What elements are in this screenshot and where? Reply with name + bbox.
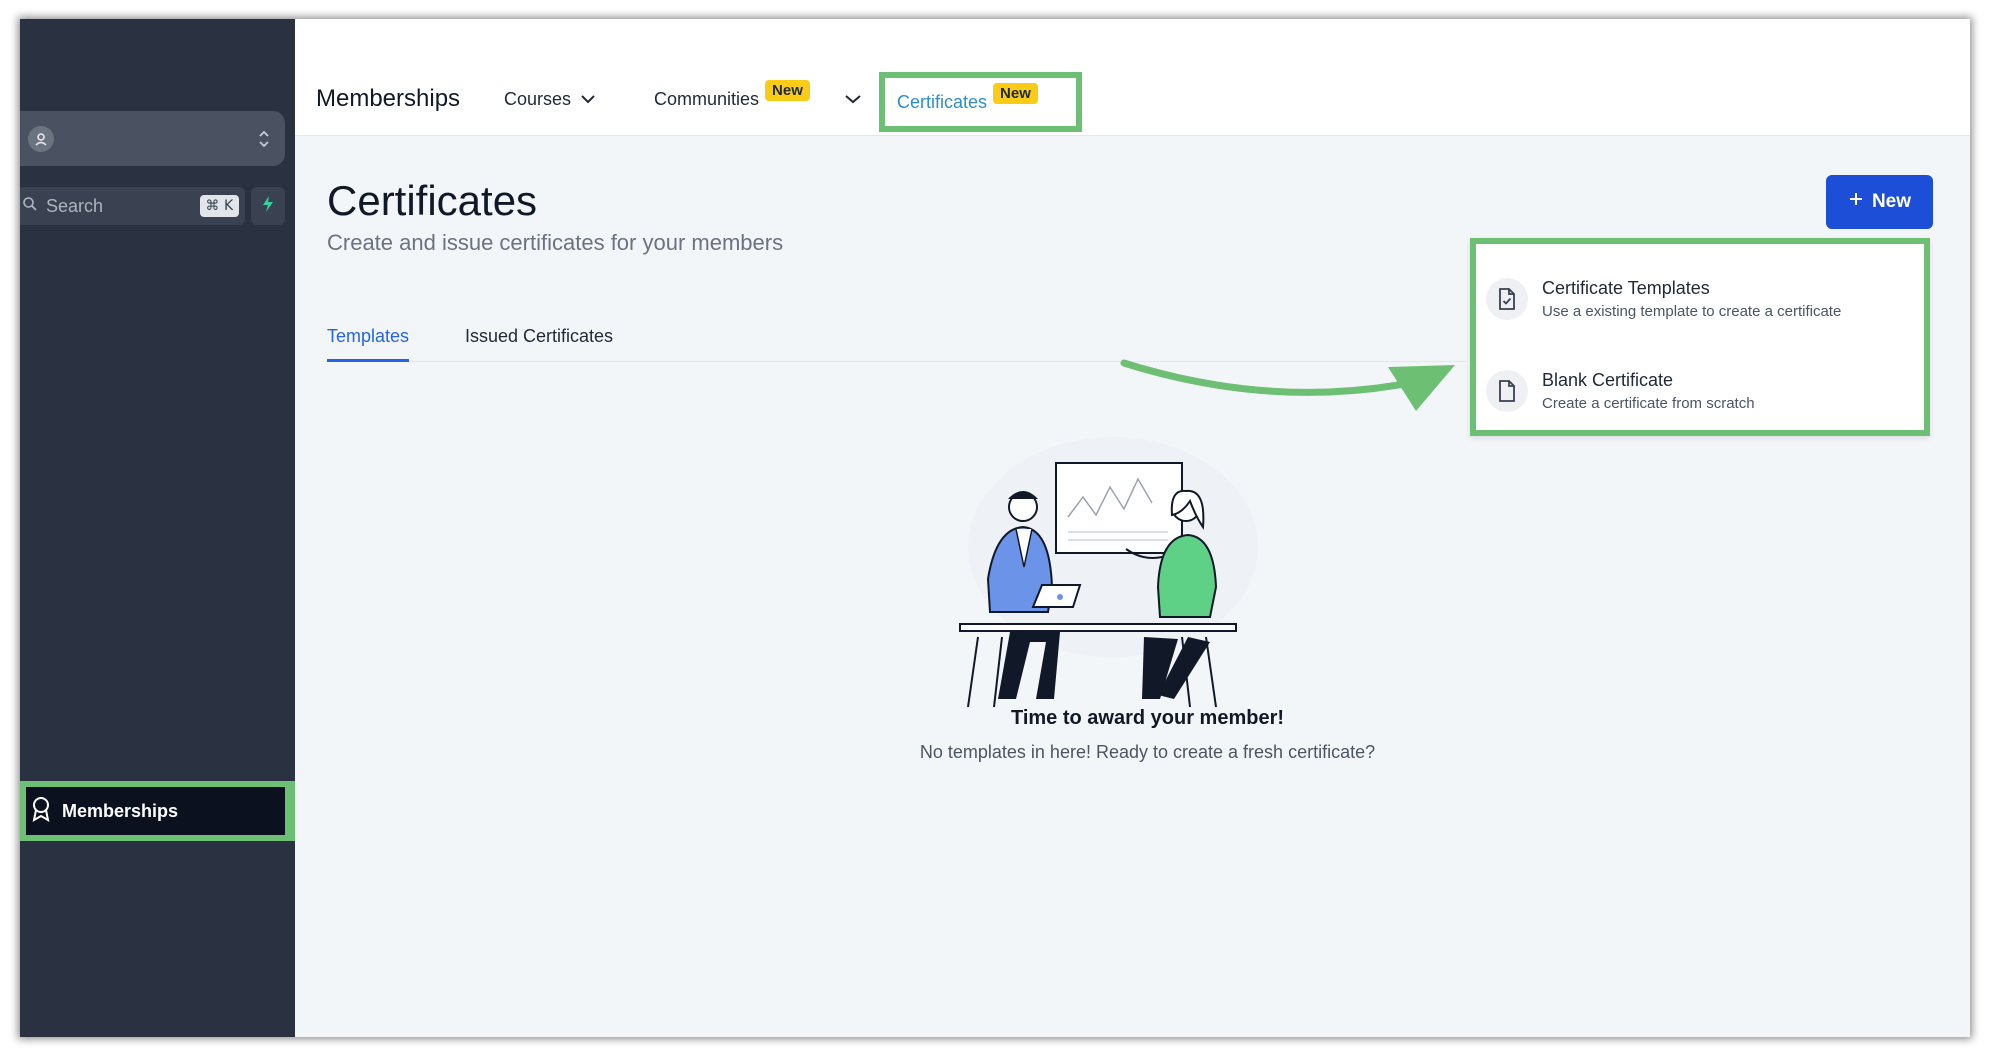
new-dropdown-menu: Certificate Templates Use a existing tem… xyxy=(1470,238,1930,436)
lightning-bolt-icon xyxy=(261,195,275,218)
page-title: Certificates xyxy=(327,177,538,224)
menu-item-text: Blank Certificate Create a certificate f… xyxy=(1542,370,1755,412)
app-window: Search ⌘ K Memberships Memberships Cours… xyxy=(20,19,1970,1037)
menu-item-title: Blank Certificate xyxy=(1542,370,1674,390)
new-button-label: New xyxy=(1871,191,1912,212)
tab-certificates[interactable]: Certificates New xyxy=(879,72,1082,132)
tab-courses-label: Courses xyxy=(504,89,572,109)
keyboard-shortcut-hint: ⌘ K xyxy=(199,195,240,217)
award-ribbon-icon xyxy=(30,796,52,827)
chevron-updown-icon xyxy=(257,126,271,152)
plus-icon xyxy=(1848,191,1864,213)
search-row: Search ⌘ K xyxy=(20,187,285,225)
tab-communities-label: Communities xyxy=(654,89,760,109)
new-badge: New xyxy=(993,82,1038,104)
menu-item-text: Certificate Templates Use a existing tem… xyxy=(1542,278,1841,320)
account-switcher[interactable] xyxy=(20,111,285,166)
menu-item-description: Use a existing template to create a cert… xyxy=(1542,303,1842,320)
user-location-icon xyxy=(28,125,54,152)
tab-certificates-label: Certificates xyxy=(897,91,988,112)
file-icon xyxy=(1486,370,1528,412)
empty-state-illustration xyxy=(959,437,1258,708)
menu-item-title: Certificate Templates xyxy=(1542,278,1710,298)
new-badge: New xyxy=(765,80,810,101)
more-tabs-button[interactable] xyxy=(845,91,861,109)
tab-courses[interactable]: Courses xyxy=(504,89,595,110)
sidebar-item-label: Memberships xyxy=(62,800,179,821)
chevron-down-icon xyxy=(845,91,861,108)
menu-item-certificate-templates[interactable]: Certificate Templates Use a existing tem… xyxy=(1486,264,1916,334)
file-check-icon xyxy=(1486,278,1528,320)
search-input[interactable]: Search ⌘ K xyxy=(20,187,246,225)
menu-item-blank-certificate[interactable]: Blank Certificate Create a certificate f… xyxy=(1486,356,1916,426)
sidebar-item-memberships[interactable]: Memberships xyxy=(20,781,295,841)
menu-item-description: Create a certificate from scratch xyxy=(1542,395,1755,412)
sidebar: Search ⌘ K Memberships xyxy=(20,19,295,1037)
tab-templates[interactable]: Templates xyxy=(327,314,410,362)
tab-communities[interactable]: Communities New xyxy=(654,80,810,110)
search-icon xyxy=(22,196,38,217)
sidebar-item-memberships-inner: Memberships xyxy=(26,787,285,835)
top-navigation: Memberships Courses Communities New Cert… xyxy=(295,19,1970,136)
annotation-arrow xyxy=(1120,359,1455,411)
search-placeholder: Search xyxy=(46,195,104,216)
section-title: Memberships xyxy=(316,85,461,112)
tab-issued-certificates[interactable]: Issued Certificates xyxy=(465,326,613,347)
chevron-down-icon xyxy=(581,91,595,109)
new-button[interactable]: New xyxy=(1826,175,1933,229)
empty-state-description: No templates in here! Ready to create a … xyxy=(919,742,1376,762)
page-subtitle: Create and issue certificates for your m… xyxy=(327,230,784,255)
quick-actions-button[interactable] xyxy=(251,187,285,225)
empty-state-title: Time to award your member! xyxy=(1010,707,1285,729)
